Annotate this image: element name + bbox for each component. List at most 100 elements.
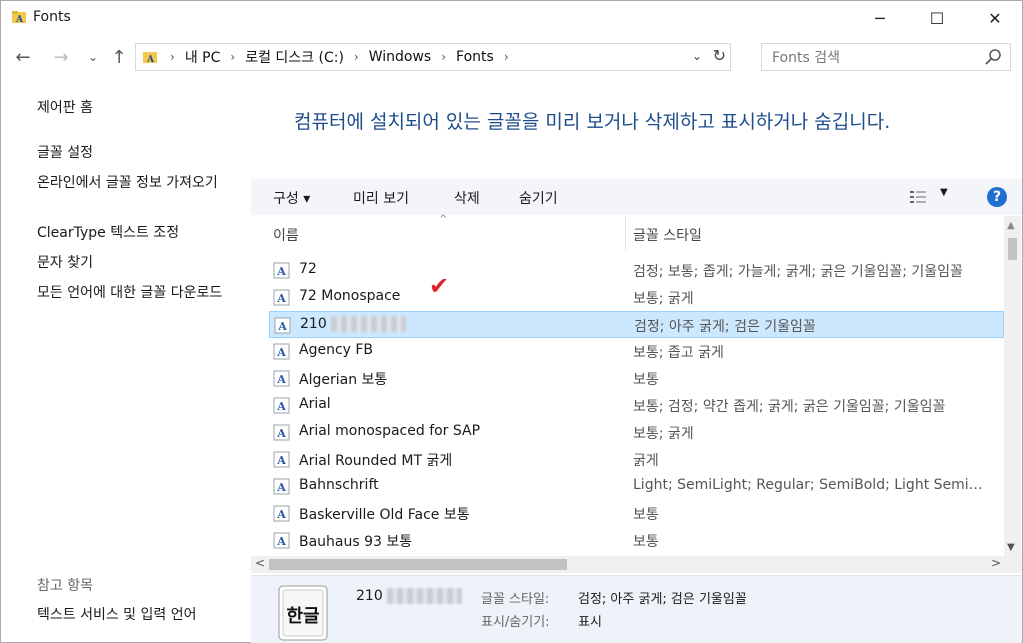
back-arrow-icon[interactable]: ← (11, 45, 35, 69)
font-file-icon: A (273, 397, 290, 414)
adjust-cleartype-link[interactable]: ClearType 텍스트 조정 (37, 224, 242, 242)
text-services-link[interactable]: 텍스트 서비스 및 입력 언어 (37, 606, 242, 624)
find-character-link[interactable]: 문자 찾기 (37, 254, 242, 272)
column-divider[interactable] (625, 216, 626, 250)
font-name: Baskerville Old Face 보통 (299, 504, 470, 524)
breadcrumb-local-disk[interactable]: 로컬 디스크 (C:) (241, 47, 348, 67)
font-style: 보통 (633, 507, 659, 523)
horizontal-scrollbar[interactable]: < > (251, 556, 1022, 573)
svg-text:A: A (15, 15, 24, 25)
font-row[interactable]: A Arial Rounded MT 굵게 굵게 (269, 446, 1004, 473)
address-bar[interactable]: A › 내 PC › 로컬 디스크 (C:) › Windows › Fonts… (135, 43, 731, 71)
breadcrumb-this-pc[interactable]: 내 PC (181, 47, 225, 67)
column-font-style[interactable]: 글꼴 스타일 (633, 225, 702, 245)
font-style-value: 검정; 아주 굵게; 검은 기울임꼴 (578, 592, 747, 607)
horizontal-scroll-thumb[interactable] (269, 559, 567, 570)
font-name-text: Baskerville Old Face 보통 (299, 507, 470, 523)
font-name: Arial Rounded MT 굵게 (299, 450, 452, 470)
control-panel-home-link[interactable]: 제어판 홈 (37, 99, 242, 117)
organize-button[interactable]: 구성 ▾ (273, 188, 310, 208)
selected-font-name-text: 210 (356, 588, 383, 604)
window-title: Fonts (33, 9, 71, 25)
svg-text:A: A (146, 55, 155, 65)
font-name: Arial monospaced for SAP (299, 423, 480, 439)
font-name-text: Algerian 보통 (299, 372, 388, 388)
hide-button[interactable]: 숨기기 (519, 188, 558, 208)
font-file-icon: A (273, 532, 290, 549)
refresh-icon[interactable]: ↻ (713, 46, 726, 65)
breadcrumb-separator[interactable]: › (498, 50, 515, 64)
svg-text:A: A (276, 265, 286, 278)
svg-text:A: A (276, 535, 286, 548)
delete-button[interactable]: 삭제 (454, 188, 480, 208)
font-style: 보통 (633, 372, 659, 388)
font-style: 보통; 굵게 (633, 426, 694, 442)
vertical-scrollbar[interactable]: ▲ ▼ (1004, 216, 1021, 556)
address-dropdown-icon[interactable]: ⌄ (692, 49, 702, 63)
scroll-down-arrow-icon[interactable]: ▼ (1007, 542, 1015, 553)
font-file-icon: A (273, 262, 290, 279)
font-row[interactable]: A Arial monospaced for SAP 보통; 굵게 (269, 419, 1004, 446)
font-name-text: 72 Monospace (299, 288, 401, 304)
font-row[interactable]: A Agency FB 보통; 좁고 굵게 (269, 338, 1004, 365)
breadcrumb-separator[interactable]: › (435, 50, 452, 64)
font-name-text: 72 (299, 261, 317, 277)
recent-locations-chevron-icon[interactable]: ⌄ (81, 45, 105, 69)
get-font-info-online-link[interactable]: 온라인에서 글꼴 정보 가져오기 (37, 174, 242, 192)
breadcrumb-fonts[interactable]: Fonts (452, 49, 498, 65)
font-file-icon: A (273, 478, 290, 495)
scroll-left-arrow-icon[interactable]: < (255, 556, 265, 570)
svg-text:A: A (276, 373, 286, 386)
font-row[interactable]: A Arial 보통; 검정; 약간 좁게; 굵게; 굵은 기울임꼴; 기울임꼴 (269, 392, 1004, 419)
font-style: 보통; 검정; 약간 좁게; 굵게; 굵은 기울임꼴; 기울임꼴 (633, 399, 946, 415)
font-style: 보통 (633, 534, 659, 550)
font-settings-link[interactable]: 글꼴 설정 (37, 144, 242, 162)
checkmark-annotation-icon: ✔ (429, 272, 450, 300)
visibility-label: 표시/숨기기: (481, 615, 550, 630)
font-row[interactable]: A Bauhaus 93 보통 보통 (269, 527, 1004, 553)
preview-button[interactable]: 미리 보기 (353, 188, 409, 208)
svg-text:A: A (276, 346, 286, 359)
view-details-icon[interactable] (909, 189, 927, 205)
font-name-text: Bahnschrift (299, 477, 379, 493)
up-arrow-icon[interactable]: ↑ (107, 45, 131, 69)
scroll-up-arrow-icon[interactable]: ▲ (1007, 220, 1015, 231)
view-options-chevron-icon[interactable]: ▼ (940, 187, 948, 198)
close-button[interactable]: ✕ (966, 1, 1023, 35)
font-style: 굵게 (633, 453, 659, 469)
fonts-folder-icon: A (12, 11, 26, 25)
column-name[interactable]: 이름 (273, 225, 299, 245)
visibility-value: 표시 (578, 615, 602, 630)
breadcrumb-windows[interactable]: Windows (365, 49, 436, 65)
font-style: 보통; 굵게 (633, 291, 694, 307)
details-pane: 한글 210 글꼴 스타일: 검정; 아주 굵게; 검은 기울임꼴 표시/숨기기… (251, 575, 1022, 643)
breadcrumb-separator[interactable]: › (224, 50, 241, 64)
breadcrumb-separator[interactable]: › (164, 50, 181, 64)
font-row[interactable]: A Bahnschrift Light; SemiLight; Regular; S… (269, 473, 1004, 500)
svg-text:A: A (277, 320, 287, 333)
minimize-button[interactable]: ─ (851, 1, 909, 35)
font-file-icon: A (273, 451, 290, 468)
font-file-icon: A (273, 505, 290, 522)
search-input[interactable]: Fonts 검색 (761, 43, 1011, 71)
title-bar: A Fonts ─ ☐ ✕ (1, 1, 1022, 35)
forward-arrow-icon[interactable]: → (49, 45, 73, 69)
font-name: Arial (299, 396, 331, 412)
maximize-button[interactable]: ☐ (908, 1, 966, 35)
font-row[interactable]: A Baskerville Old Face 보통 보통 (269, 500, 1004, 527)
vertical-scroll-thumb[interactable] (1008, 238, 1017, 260)
scroll-right-arrow-icon[interactable]: > (991, 556, 1001, 570)
font-name: Algerian 보통 (299, 369, 387, 389)
font-row[interactable]: A 72 Monospace 보통; 굵게 ✔ (269, 272, 1004, 311)
font-row[interactable]: A 210 검정; 아주 굵게; 검은 기울임꼴 (269, 311, 1004, 338)
svg-text:A: A (276, 292, 286, 305)
download-fonts-all-languages-link[interactable]: 모든 언어에 대한 글꼴 다운로드 (37, 284, 242, 302)
help-icon[interactable]: ? (987, 187, 1007, 207)
left-sidebar: 제어판 홈 글꼴 설정 온라인에서 글꼴 정보 가져오기 ClearType 텍… (1, 75, 251, 643)
font-row[interactable]: A 72 검정; 보통; 좁게; 가늘게; 굵게; 굵은 기울임꼴; 기울임꼴 (269, 257, 1004, 284)
font-file-icon: 한글 (278, 585, 328, 641)
font-row[interactable]: A Algerian 보통 보통 (269, 365, 1004, 392)
breadcrumb-separator[interactable]: › (348, 50, 365, 64)
font-file-icon: A (273, 343, 290, 360)
sort-ascending-icon: ^ (439, 214, 448, 225)
